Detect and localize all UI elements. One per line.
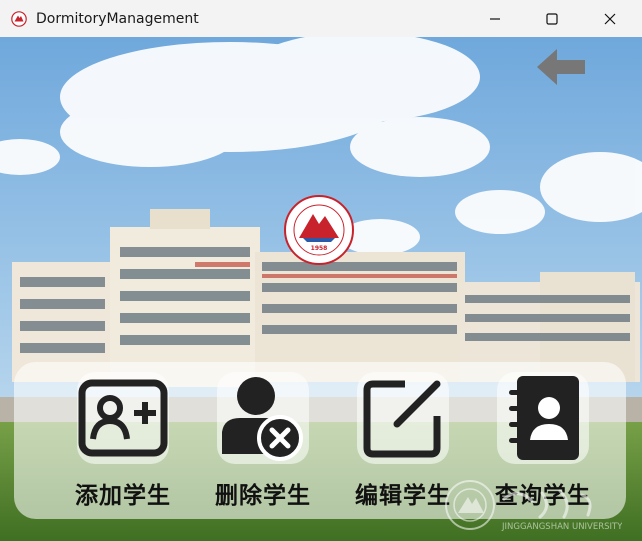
- edit-icon: [363, 380, 441, 458]
- delete-student-button[interactable]: 删除学生: [192, 372, 322, 512]
- add-student-icon-tile: [77, 372, 169, 464]
- delete-user-icon: [222, 377, 303, 461]
- contact-book-icon: [509, 376, 579, 460]
- university-emblem: 1958: [284, 195, 354, 265]
- university-emblem-icon: [11, 10, 27, 27]
- window-title: DormitoryManagement: [36, 10, 199, 27]
- back-button[interactable]: [533, 45, 589, 89]
- add-student-label: 添加学生: [75, 482, 171, 509]
- watermark-text: JINGGANGSHAN UNIVERSITY: [501, 522, 622, 532]
- add-student-button[interactable]: 添加学生: [52, 372, 182, 512]
- query-student-icon-tile: [497, 372, 589, 464]
- minimize-button[interactable]: [472, 0, 518, 37]
- maximize-button[interactable]: [529, 0, 575, 37]
- minimize-icon: [490, 17, 500, 20]
- title-bar[interactable]: DormitoryManagement: [0, 0, 642, 37]
- arrow-left-icon: [537, 49, 585, 85]
- close-icon: [604, 13, 616, 24]
- close-button[interactable]: [587, 0, 633, 37]
- emblem-year: 1958: [311, 245, 328, 252]
- delete-student-label: 删除学生: [215, 482, 311, 509]
- edit-student-icon-tile: [357, 372, 449, 464]
- main-content: 1958 添加学生 删除学生 编辑学生 查询学生 JINGGANGSHAN UN…: [0, 37, 642, 541]
- university-watermark-logo: JINGGANGSHAN UNIVERSITY: [445, 480, 622, 532]
- maximize-icon: [546, 12, 558, 25]
- add-user-icon: [78, 379, 168, 457]
- app-window: DormitoryManagement 1958 添加学生 删除学生 编辑学生 …: [0, 0, 642, 541]
- delete-student-icon-tile: [217, 372, 309, 464]
